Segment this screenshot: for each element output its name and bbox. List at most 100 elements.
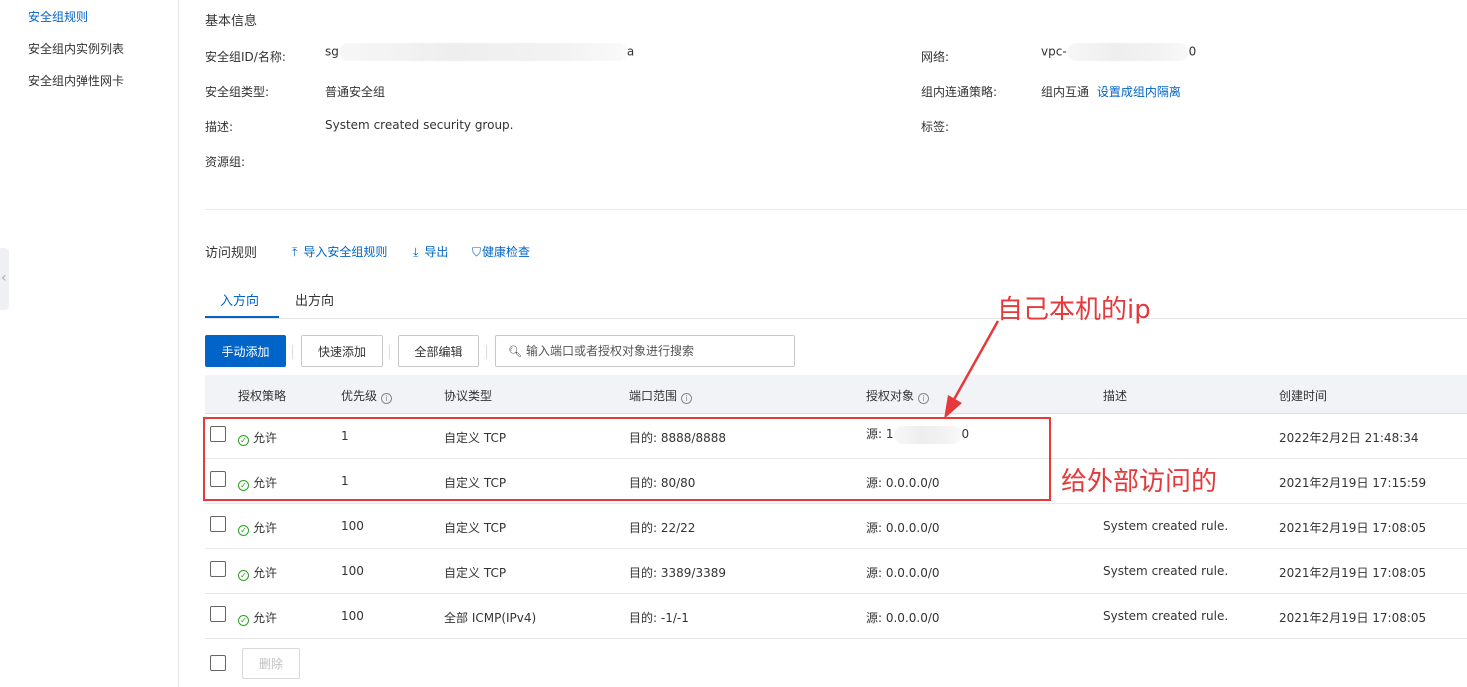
policy-text: 允许 xyxy=(253,611,278,625)
sidebar-item-eni-list[interactable]: 安全组内弹性网卡 xyxy=(28,72,124,89)
tab-inbound[interactable]: 入方向 xyxy=(220,290,259,309)
column-header-source: 授权对象 i xyxy=(866,387,930,404)
created-time-cell: 2021年2月19日 17:08:05 xyxy=(1279,566,1427,580)
quick-add-button[interactable]: 快速添加 xyxy=(301,335,383,367)
row-checkbox[interactable] xyxy=(210,561,226,577)
annotation-highlight-box xyxy=(203,417,1051,501)
import-rules-link[interactable]: ⤒ 导入安全组规则 xyxy=(292,243,387,260)
download-icon: ⤓ xyxy=(413,245,419,259)
tags-label: 标签: xyxy=(921,120,950,134)
protocol-cell: 全部 ICMP(IPv4) xyxy=(444,611,537,625)
delete-button[interactable]: 删除 xyxy=(242,648,300,679)
group-id-value: sg a xyxy=(325,43,634,61)
group-type-label: 安全组类型: xyxy=(205,85,270,99)
created-time-cell: 2021年2月19日 17:15:59 xyxy=(1279,476,1427,490)
created-time-cell: 2021年2月19日 17:08:05 xyxy=(1279,611,1427,625)
manual-add-button[interactable]: 手动添加 xyxy=(205,335,286,367)
tabs-baseline xyxy=(205,318,1467,319)
policy-cell: ✓ 允许 xyxy=(238,519,277,536)
description-cell: System created rule. xyxy=(1103,564,1229,578)
protocol-cell: 自定义 TCP xyxy=(444,521,507,535)
connectivity-policy-label: 组内连通策略: xyxy=(921,85,998,99)
group-id-label: 安全组ID/名称: xyxy=(205,50,286,64)
priority-cell: 100 xyxy=(341,609,364,623)
column-header-policy: 授权策略 xyxy=(238,389,287,403)
shield-check-icon: ⛉ xyxy=(472,245,482,259)
toolbar-separator xyxy=(389,345,390,359)
annotation-own-ip: 自己本机的ip xyxy=(997,295,1151,325)
column-header-created-time: 创建时间 xyxy=(1279,389,1328,403)
group-id-suffix: a xyxy=(626,44,635,59)
port-cell: 目的: 22/22 xyxy=(629,521,696,535)
check-circle-icon: ✓ xyxy=(238,525,249,536)
search-input[interactable] xyxy=(525,344,786,358)
sidebar-collapse-handle[interactable]: ‹ xyxy=(0,248,9,310)
port-cell: 目的: -1/-1 xyxy=(629,611,689,625)
table-row: ✓ 允许 100 全部 ICMP(IPv4) 目的: -1/-1 源: 0.0.0… xyxy=(205,594,1467,639)
active-tab-indicator xyxy=(205,316,279,318)
source-cell: 源: 0.0.0.0/0 xyxy=(866,521,940,535)
port-cell: 目的: 3389/3389 xyxy=(629,566,726,580)
protocol-cell: 自定义 TCP xyxy=(444,566,507,580)
check-circle-icon: ✓ xyxy=(238,615,249,626)
search-icon: 🔍︎ xyxy=(508,344,522,358)
group-type-value: 普通安全组 xyxy=(325,85,386,99)
import-rules-label: 导入安全组规则 xyxy=(303,245,388,259)
sidebar: 安全组规则 安全组内实例列表 安全组内弹性网卡 xyxy=(0,0,179,687)
tab-outbound[interactable]: 出方向 xyxy=(295,290,334,309)
sidebar-item-security-group-rules[interactable]: 安全组规则 xyxy=(28,8,88,25)
column-header-port-label: 端口范围 xyxy=(629,389,678,403)
masked-region xyxy=(1066,43,1189,61)
priority-cell: 100 xyxy=(341,519,364,533)
check-circle-icon: ✓ xyxy=(238,570,249,581)
network-suffix: 0 xyxy=(1188,44,1197,59)
health-check-link[interactable]: ⛉健康检查 xyxy=(472,243,530,260)
sidebar-item-instance-list[interactable]: 安全组内实例列表 xyxy=(28,40,124,57)
table-header: 授权策略 优先级 i 协议类型 端口范围 i 授权对象 i 描述 创建时间 xyxy=(205,375,1467,414)
toolbar-separator xyxy=(486,345,487,359)
source-cell: 源: 0.0.0.0/0 xyxy=(866,611,940,625)
row-checkbox[interactable] xyxy=(210,606,226,622)
upload-icon: ⤒ xyxy=(292,245,298,259)
policy-text: 允许 xyxy=(253,521,278,535)
policy-cell: ✓ 允许 xyxy=(238,564,277,581)
annotation-arrow xyxy=(944,320,1000,419)
connectivity-policy-value: 组内互通 设置成组内隔离 xyxy=(1041,83,1181,100)
column-header-description: 描述 xyxy=(1103,389,1128,403)
description-value: System created security group. xyxy=(325,118,514,132)
annotation-external-access: 给外部访问的 xyxy=(1061,467,1218,497)
chevron-left-icon: ‹ xyxy=(1,270,7,286)
priority-cell: 100 xyxy=(341,564,364,578)
section-divider xyxy=(205,209,1467,210)
masked-region xyxy=(338,43,627,61)
description-cell: System created rule. xyxy=(1103,609,1229,623)
health-check-label: 健康检查 xyxy=(482,245,531,259)
created-time-cell: 2022年2月2日 21:48:34 xyxy=(1279,431,1419,445)
description-label: 描述: xyxy=(205,120,234,134)
column-header-port-range: 端口范围 i xyxy=(629,387,693,404)
search-box[interactable]: 🔍︎ xyxy=(495,335,795,367)
info-icon[interactable]: i xyxy=(381,393,393,404)
select-all-checkbox[interactable] xyxy=(210,655,226,671)
info-icon[interactable]: i xyxy=(681,393,693,404)
column-header-priority: 优先级 i xyxy=(341,387,393,404)
policy-text: 允许 xyxy=(253,566,278,580)
set-isolation-link[interactable]: 设置成组内隔离 xyxy=(1097,85,1181,99)
basic-info-title: 基本信息 xyxy=(205,14,258,29)
column-header-priority-label: 优先级 xyxy=(341,389,378,403)
policy-cell: ✓ 允许 xyxy=(238,609,277,626)
info-icon[interactable]: i xyxy=(918,393,930,404)
column-header-protocol: 协议类型 xyxy=(444,389,493,403)
export-link[interactable]: ⤓ 导出 xyxy=(413,243,448,260)
row-checkbox[interactable] xyxy=(210,516,226,532)
edit-all-button[interactable]: 全部编辑 xyxy=(398,335,479,367)
access-rules-title: 访问规则 xyxy=(205,246,258,261)
connectivity-policy-text: 组内互通 xyxy=(1041,85,1090,99)
toolbar-separator xyxy=(292,345,293,359)
description-cell: System created rule. xyxy=(1103,519,1229,533)
group-id-prefix: sg xyxy=(325,44,339,59)
network-label: 网络: xyxy=(921,50,950,64)
table-row: ✓ 允许 100 自定义 TCP 目的: 22/22 源: 0.0.0.0/0 S… xyxy=(205,504,1467,549)
table-row: ✓ 允许 100 自定义 TCP 目的: 3389/3389 源: 0.0.0.0… xyxy=(205,549,1467,594)
column-header-source-label: 授权对象 xyxy=(866,389,915,403)
